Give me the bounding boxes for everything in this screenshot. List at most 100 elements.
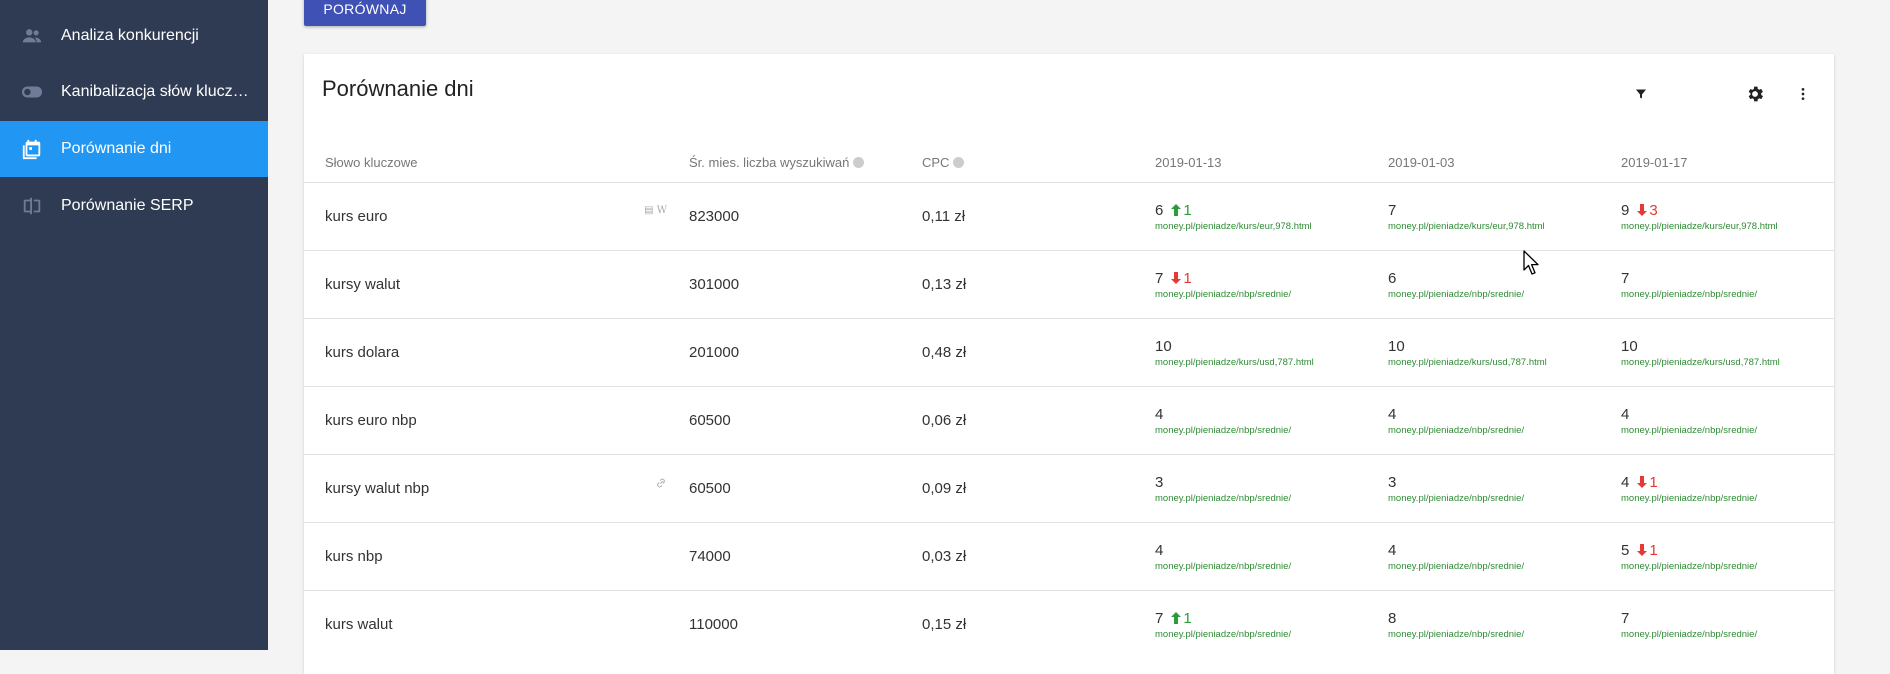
serp-features-icon[interactable]: ▤ W bbox=[644, 205, 667, 216]
position-value: 7 bbox=[1621, 269, 1630, 287]
table-row[interactable]: kurs euro ▤ W 823000 0,11 zł 61 money.pl/… bbox=[304, 182, 1834, 251]
column-header-volume[interactable]: Śr. mies. liczba wyszukiwań bbox=[689, 142, 922, 183]
position-value: 4 bbox=[1388, 541, 1397, 559]
keyword-text[interactable]: kurs walut bbox=[325, 616, 393, 633]
volume-cell: 74000 bbox=[689, 522, 922, 591]
toggle-icon bbox=[20, 80, 44, 104]
table-row[interactable]: kurs dolara 201000 0,48 zł 10 money.pl/p… bbox=[304, 318, 1834, 387]
position-value: 6 bbox=[1388, 269, 1397, 287]
ranking-url[interactable]: money.pl/pieniadze/kurs/eur,978.html bbox=[1621, 221, 1834, 232]
table-row[interactable]: kursy walut 301000 0,13 zł 71 money.pl/p… bbox=[304, 250, 1834, 319]
sidebar-item-label: Porównanie SERP bbox=[61, 197, 194, 214]
position-change-down: 3 bbox=[1637, 202, 1658, 219]
position-value: 4 bbox=[1621, 405, 1630, 423]
position-value: 7 bbox=[1155, 269, 1164, 287]
keyword-cell: kurs euro nbp bbox=[304, 386, 689, 455]
info-icon[interactable] bbox=[853, 156, 865, 168]
cpc-cell: 0,09 zł bbox=[922, 454, 1155, 523]
position-value: 10 bbox=[1621, 337, 1638, 355]
sidebar-item-competitor-analysis[interactable]: Analiza konkurencji bbox=[0, 8, 268, 64]
position-cell: 10 money.pl/pieniadze/kurs/usd,787.html bbox=[1621, 318, 1834, 387]
ranking-url[interactable]: money.pl/pieniadze/nbp/srednie/ bbox=[1388, 289, 1621, 300]
table-header-row: Słowo kluczowe Śr. mies. liczba wyszukiw… bbox=[304, 142, 1834, 183]
ranking-url[interactable]: money.pl/pieniadze/nbp/srednie/ bbox=[1621, 425, 1834, 436]
ranking-url[interactable]: money.pl/pieniadze/nbp/srednie/ bbox=[1155, 561, 1388, 572]
ranking-url[interactable]: money.pl/pieniadze/nbp/srednie/ bbox=[1155, 629, 1388, 640]
keyword-text[interactable]: kurs euro bbox=[325, 208, 388, 225]
ranking-url[interactable]: money.pl/pieniadze/nbp/srednie/ bbox=[1155, 425, 1388, 436]
ranking-url[interactable]: money.pl/pieniadze/nbp/srednie/ bbox=[1388, 561, 1621, 572]
ranking-url[interactable]: money.pl/pieniadze/kurs/usd,787.html bbox=[1388, 357, 1621, 368]
keyword-text[interactable]: kurs nbp bbox=[325, 548, 383, 565]
filter-icon bbox=[1636, 89, 1646, 99]
sidebar-item-serp-comparison[interactable]: Porównanie SERP bbox=[0, 178, 268, 234]
keyword-cell: kursy walut nbp bbox=[304, 454, 689, 523]
column-header-date-2[interactable]: 2019-01-03 bbox=[1388, 142, 1621, 183]
ranking-url[interactable]: money.pl/pieniadze/nbp/srednie/ bbox=[1621, 493, 1834, 504]
position-change-down: 1 bbox=[1637, 542, 1658, 559]
sidebar-item-keyword-cannibalization[interactable]: Kanibalizacja słów klucz… bbox=[0, 64, 268, 120]
position-value: 5 bbox=[1621, 541, 1630, 559]
sidebar: Analiza konkurencji Kanibalizacja słów k… bbox=[0, 0, 268, 650]
ranking-url[interactable]: money.pl/pieniadze/nbp/srednie/ bbox=[1388, 629, 1621, 640]
column-header-cpc[interactable]: CPC bbox=[922, 142, 1155, 183]
position-cell: 41 money.pl/pieniadze/nbp/srednie/ bbox=[1621, 454, 1834, 523]
sidebar-item-label: Porównanie dni bbox=[61, 140, 172, 157]
sidebar-item-day-comparison[interactable]: Porównanie dni bbox=[0, 121, 268, 177]
ranking-url[interactable]: money.pl/pieniadze/nbp/srednie/ bbox=[1388, 425, 1621, 436]
settings-button[interactable] bbox=[1743, 82, 1767, 106]
position-cell: 51 money.pl/pieniadze/nbp/srednie/ bbox=[1621, 522, 1834, 591]
position-cell: 7 money.pl/pieniadze/nbp/srednie/ bbox=[1621, 250, 1834, 319]
position-cell: 7 money.pl/pieniadze/kurs/eur,978.html bbox=[1388, 182, 1621, 251]
keyword-cell: kurs euro ▤ W bbox=[304, 182, 689, 251]
position-cell: 4 money.pl/pieniadze/nbp/srednie/ bbox=[1155, 386, 1388, 455]
mouse-cursor-icon bbox=[1523, 250, 1539, 275]
position-value: 10 bbox=[1155, 337, 1172, 355]
position-change-down: 1 bbox=[1171, 270, 1192, 287]
position-cell: 71 money.pl/pieniadze/nbp/srednie/ bbox=[1155, 590, 1388, 658]
position-value: 4 bbox=[1388, 405, 1397, 423]
cpc-cell: 0,06 zł bbox=[922, 386, 1155, 455]
keyword-cell: kurs walut bbox=[304, 590, 689, 658]
table-row[interactable]: kurs euro nbp 60500 0,06 zł 4 money.pl/p… bbox=[304, 386, 1834, 455]
position-value: 4 bbox=[1155, 541, 1164, 559]
ranking-url[interactable]: money.pl/pieniadze/nbp/srednie/ bbox=[1388, 493, 1621, 504]
table-row[interactable]: kurs nbp 74000 0,03 zł 4 money.pl/pienia… bbox=[304, 522, 1834, 591]
info-icon[interactable] bbox=[953, 156, 965, 168]
position-cell: 7 money.pl/pieniadze/nbp/srednie/ bbox=[1621, 590, 1834, 658]
keyword-text[interactable]: kurs euro nbp bbox=[325, 412, 417, 429]
ranking-url[interactable]: money.pl/pieniadze/kurs/eur,978.html bbox=[1155, 221, 1388, 232]
position-value: 6 bbox=[1155, 201, 1164, 219]
keyword-text[interactable]: kursy walut nbp bbox=[325, 480, 429, 497]
ranking-url[interactable]: money.pl/pieniadze/nbp/srednie/ bbox=[1155, 493, 1388, 504]
volume-cell: 60500 bbox=[689, 454, 922, 523]
filter-button[interactable] bbox=[1629, 82, 1653, 106]
position-value: 4 bbox=[1155, 405, 1164, 423]
comparison-card: Porównanie dni Słowo kluczowe Śr. mies. … bbox=[304, 54, 1834, 674]
gear-icon bbox=[1748, 86, 1763, 102]
ranking-url[interactable]: money.pl/pieniadze/kurs/usd,787.html bbox=[1621, 357, 1834, 368]
ranking-url[interactable]: money.pl/pieniadze/nbp/srednie/ bbox=[1621, 561, 1834, 572]
ranking-url[interactable]: money.pl/pieniadze/kurs/usd,787.html bbox=[1155, 357, 1388, 368]
more-options-button[interactable] bbox=[1791, 82, 1815, 106]
table-row[interactable]: kursy walut nbp 60500 0,09 zł 3 money.pl… bbox=[304, 454, 1834, 523]
column-header-date-1[interactable]: 2019-01-13 bbox=[1155, 142, 1388, 183]
sidebar-item-label: Analiza konkurencji bbox=[61, 27, 199, 44]
ranking-url[interactable]: money.pl/pieniadze/kurs/eur,978.html bbox=[1388, 221, 1621, 232]
keyword-text[interactable]: kurs dolara bbox=[325, 344, 399, 361]
position-value: 3 bbox=[1155, 473, 1164, 491]
link-icon[interactable] bbox=[655, 477, 667, 492]
volume-cell: 301000 bbox=[689, 250, 922, 319]
table-row[interactable]: kurs walut 110000 0,15 zł 71 money.pl/pi… bbox=[304, 590, 1834, 658]
cpc-cell: 0,15 zł bbox=[922, 590, 1155, 658]
compare-button[interactable]: PORÓWNAJ bbox=[304, 0, 426, 26]
keyword-text[interactable]: kursy walut bbox=[325, 276, 400, 293]
ranking-url[interactable]: money.pl/pieniadze/nbp/srednie/ bbox=[1621, 289, 1834, 300]
position-cell: 10 money.pl/pieniadze/kurs/usd,787.html bbox=[1388, 318, 1621, 387]
ranking-url[interactable]: money.pl/pieniadze/nbp/srednie/ bbox=[1155, 289, 1388, 300]
column-header-keyword[interactable]: Słowo kluczowe bbox=[304, 142, 689, 183]
position-value: 7 bbox=[1621, 609, 1630, 627]
ranking-url[interactable]: money.pl/pieniadze/nbp/srednie/ bbox=[1621, 629, 1834, 640]
position-cell: 4 money.pl/pieniadze/nbp/srednie/ bbox=[1388, 522, 1621, 591]
column-header-date-3[interactable]: 2019-01-17 bbox=[1621, 142, 1834, 183]
